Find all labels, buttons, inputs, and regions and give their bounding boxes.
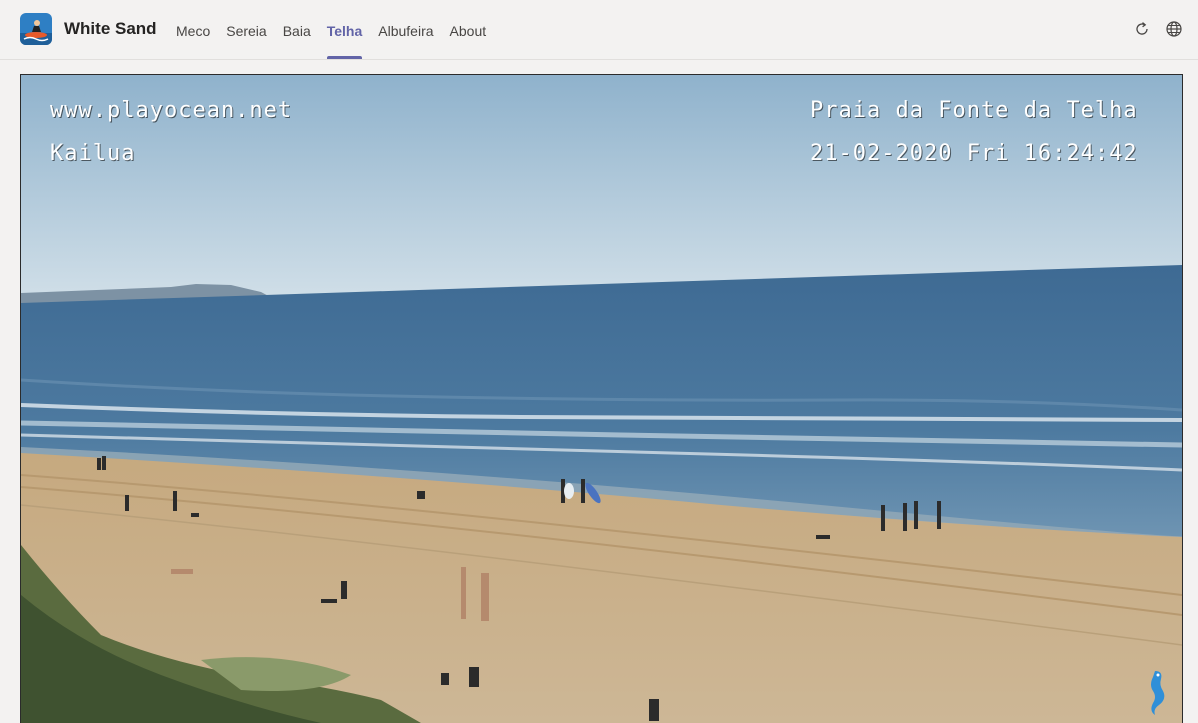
webcam-view: www.playocean.net Kailua Praia da Fonte … — [20, 74, 1183, 723]
globe-icon[interactable] — [1164, 19, 1184, 39]
timestamp-label: 21-02-2020 Fri 16:24:42 — [810, 141, 1138, 166]
tab-about[interactable]: About — [442, 0, 495, 59]
tab-meco[interactable]: Meco — [168, 0, 218, 59]
tab-baia[interactable]: Baia — [275, 0, 319, 59]
beach-webcam-image — [21, 75, 1182, 723]
surfer-app-icon — [20, 13, 52, 45]
nav-tabs: Meco Sereia Baia Telha Albufeira About — [168, 0, 494, 59]
location-label: Praia da Fonte da Telha — [810, 98, 1138, 123]
camera-name-label: Kailua — [50, 141, 136, 166]
tab-telha[interactable]: Telha — [319, 0, 371, 59]
app-title: White Sand — [64, 19, 157, 38]
tab-albufeira[interactable]: Albufeira — [370, 0, 441, 59]
refresh-icon[interactable] — [1132, 19, 1152, 39]
tab-sereia[interactable]: Sereia — [218, 0, 274, 59]
site-url-label: www.playocean.net — [50, 98, 293, 123]
seahorse-icon — [1141, 667, 1171, 717]
top-bar: White Sand Meco Sereia Baia Telha Albufe… — [0, 0, 1198, 60]
